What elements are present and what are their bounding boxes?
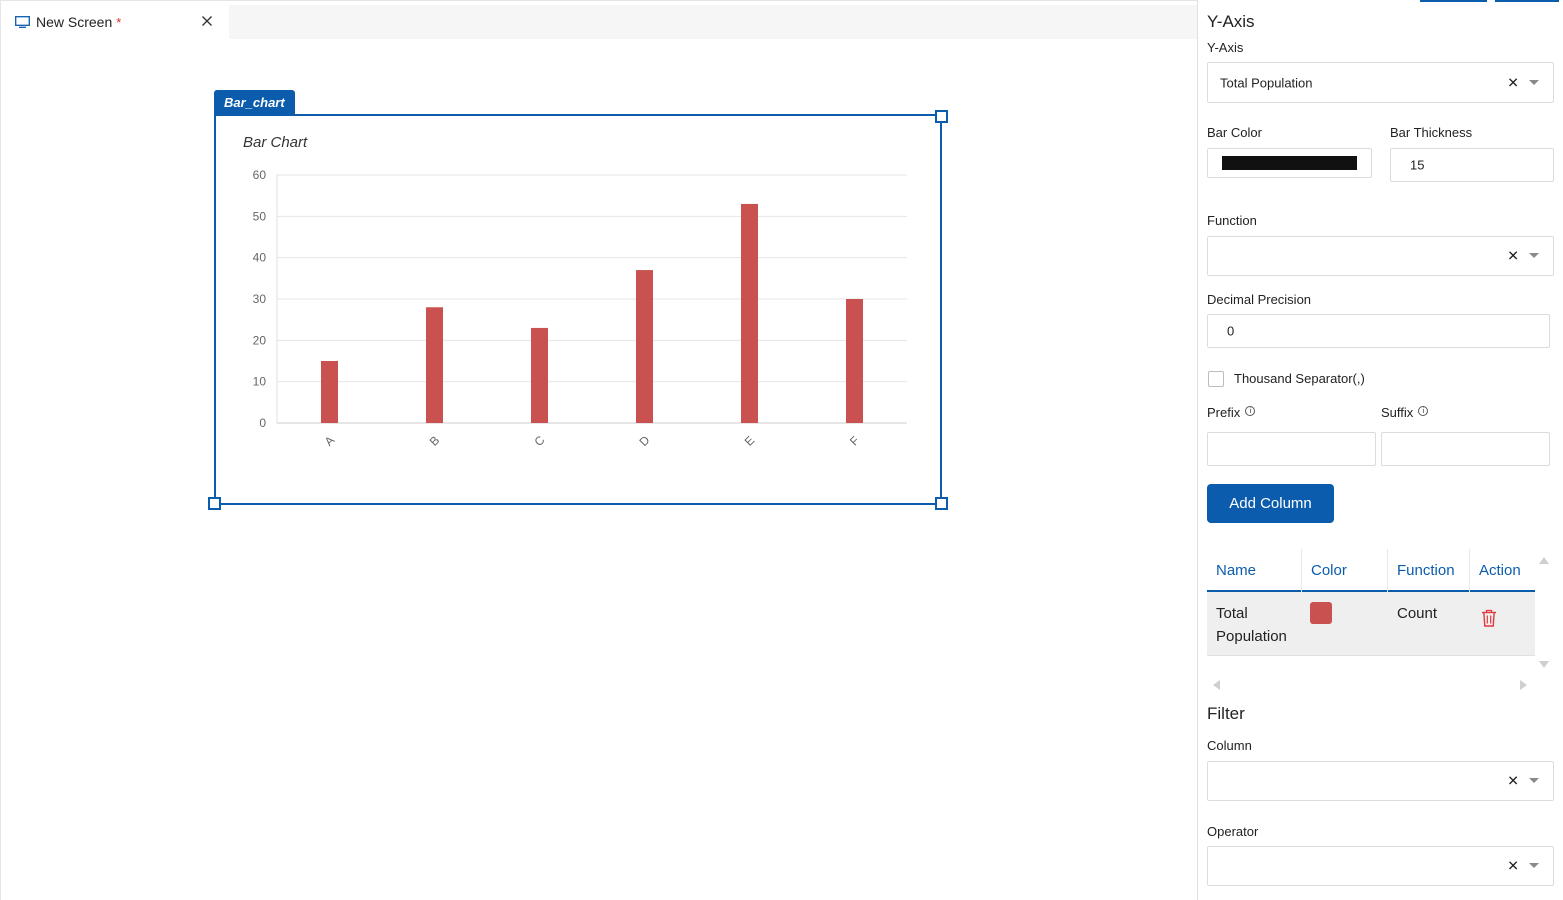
monitor-icon bbox=[15, 16, 30, 28]
clear-icon[interactable]: ✕ bbox=[1507, 248, 1519, 265]
resize-handle-bottom-left[interactable] bbox=[208, 497, 221, 510]
info-icon[interactable]: i bbox=[1245, 406, 1256, 416]
function-label: Function bbox=[1207, 213, 1257, 228]
bar-chart: 0 10 20 30 40 50 60 A B C D E F bbox=[253, 168, 907, 449]
y-tick-label: 60 bbox=[253, 168, 267, 182]
section-title-y-axis: Y-Axis bbox=[1207, 12, 1255, 31]
clear-icon[interactable]: ✕ bbox=[1507, 858, 1519, 875]
suffix-label: Suffix bbox=[1381, 405, 1414, 420]
y-tick-label: 30 bbox=[253, 292, 267, 306]
chevron-down-icon[interactable] bbox=[1529, 79, 1539, 85]
scroll-up-arrow[interactable] bbox=[1539, 557, 1549, 564]
x-tick-label: E bbox=[742, 433, 758, 449]
tab-bar: New Screen * bbox=[1, 5, 1197, 39]
y-tick-label: 10 bbox=[253, 375, 267, 389]
header-function[interactable]: Function bbox=[1388, 549, 1470, 592]
chevron-down-icon[interactable] bbox=[1529, 863, 1539, 868]
chart-title: Bar Chart bbox=[243, 134, 308, 151]
operator-select[interactable]: ✕ bbox=[1207, 846, 1554, 886]
y-axis-label: Y-Axis bbox=[1207, 40, 1244, 55]
decimal-precision-input[interactable]: 0 bbox=[1207, 314, 1550, 348]
columns-table: Name Color Function Action Total Populat… bbox=[1207, 549, 1535, 656]
suffix-label-wrap: Suffix i bbox=[1381, 405, 1429, 420]
bar-a bbox=[321, 361, 338, 423]
bar-color-picker[interactable] bbox=[1207, 148, 1372, 178]
clear-icon[interactable]: ✕ bbox=[1507, 74, 1519, 91]
prefix-label: Prefix bbox=[1207, 405, 1241, 420]
cell-function: Count bbox=[1397, 605, 1438, 622]
trash-icon[interactable] bbox=[1481, 609, 1497, 627]
scroll-right-arrow[interactable] bbox=[1520, 680, 1527, 690]
row-color-swatch[interactable] bbox=[1310, 602, 1332, 624]
cell-name-line1: Total bbox=[1216, 605, 1248, 622]
decimal-precision-label: Decimal Precision bbox=[1207, 292, 1312, 307]
add-column-button[interactable]: Add Column bbox=[1207, 484, 1334, 523]
y-axis-select[interactable]: Total Population ✕ bbox=[1207, 62, 1554, 103]
header-name[interactable]: Name bbox=[1207, 549, 1302, 592]
thousand-separator-checkbox[interactable] bbox=[1208, 371, 1224, 387]
close-icon[interactable] bbox=[199, 13, 215, 29]
y-tick-label: 20 bbox=[253, 333, 267, 347]
chevron-down-icon[interactable] bbox=[1529, 778, 1539, 783]
x-tick-label: F bbox=[847, 433, 862, 448]
widget-tag[interactable]: Bar_chart bbox=[214, 90, 295, 114]
prefix-label-wrap: Prefix i bbox=[1207, 405, 1256, 420]
header-color[interactable]: Color bbox=[1302, 549, 1388, 592]
table-header: Name Color Function Action bbox=[1207, 549, 1535, 592]
column-label: Column bbox=[1207, 738, 1252, 753]
resize-handle-bottom-right[interactable] bbox=[935, 497, 948, 510]
y-tick-label: 50 bbox=[253, 209, 267, 223]
bar-thickness-label: Bar Thickness bbox=[1390, 125, 1473, 140]
bar-color-label: Bar Color bbox=[1207, 125, 1262, 140]
decimal-precision-value: 0 bbox=[1227, 323, 1235, 339]
scroll-left-arrow[interactable] bbox=[1213, 680, 1220, 690]
bar-d bbox=[636, 270, 653, 423]
y-tick-label: 0 bbox=[259, 416, 266, 430]
clear-icon[interactable]: ✕ bbox=[1507, 773, 1519, 790]
bar-f bbox=[846, 299, 863, 423]
bar-e bbox=[741, 203, 758, 423]
y-tick-label: 40 bbox=[253, 251, 267, 265]
color-swatch bbox=[1222, 156, 1357, 170]
bar-thickness-value: 15 bbox=[1410, 157, 1425, 173]
scroll-down-arrow[interactable] bbox=[1539, 661, 1549, 668]
x-tick-label: A bbox=[322, 433, 338, 449]
app-root: New Screen * Bar_chart Bar Chart 0 10 20 30… bbox=[0, 0, 1563, 900]
panel-top-accent-2 bbox=[1495, 0, 1559, 2]
cell-name-line2: Population bbox=[1216, 628, 1287, 645]
tab-new-screen[interactable]: New Screen * bbox=[1, 5, 229, 39]
info-icon[interactable]: i bbox=[1418, 406, 1429, 416]
table-row: Total Population Count bbox=[1207, 592, 1535, 656]
y-axis-selected-value: Total Population bbox=[1220, 75, 1313, 90]
unsaved-indicator: * bbox=[116, 14, 122, 30]
panel-top-accent bbox=[1420, 0, 1487, 2]
column-select[interactable]: ✕ bbox=[1207, 761, 1554, 801]
bar-c bbox=[531, 327, 548, 423]
chevron-down-icon[interactable] bbox=[1529, 253, 1539, 258]
header-action[interactable]: Action bbox=[1470, 549, 1535, 592]
bar-thickness-input[interactable]: 15 bbox=[1390, 148, 1554, 182]
x-tick-label: D bbox=[636, 433, 652, 449]
thousand-separator-label: Thousand Separator(,) bbox=[1234, 371, 1365, 386]
section-title-filter: Filter bbox=[1207, 704, 1245, 723]
function-select[interactable]: ✕ bbox=[1207, 236, 1554, 276]
cell-name: Total Population bbox=[1216, 602, 1287, 648]
properties-panel: Y-Axis Y-Axis Total Population ✕ Bar Col… bbox=[1197, 0, 1563, 900]
bar-b bbox=[426, 307, 443, 423]
tab-title: New Screen bbox=[36, 14, 113, 30]
prefix-input[interactable] bbox=[1207, 432, 1376, 466]
operator-label: Operator bbox=[1207, 824, 1259, 839]
suffix-input[interactable] bbox=[1381, 432, 1550, 466]
x-tick-label: B bbox=[427, 433, 443, 449]
x-tick-label: C bbox=[531, 433, 547, 449]
resize-handle-top-right[interactable] bbox=[935, 110, 948, 123]
